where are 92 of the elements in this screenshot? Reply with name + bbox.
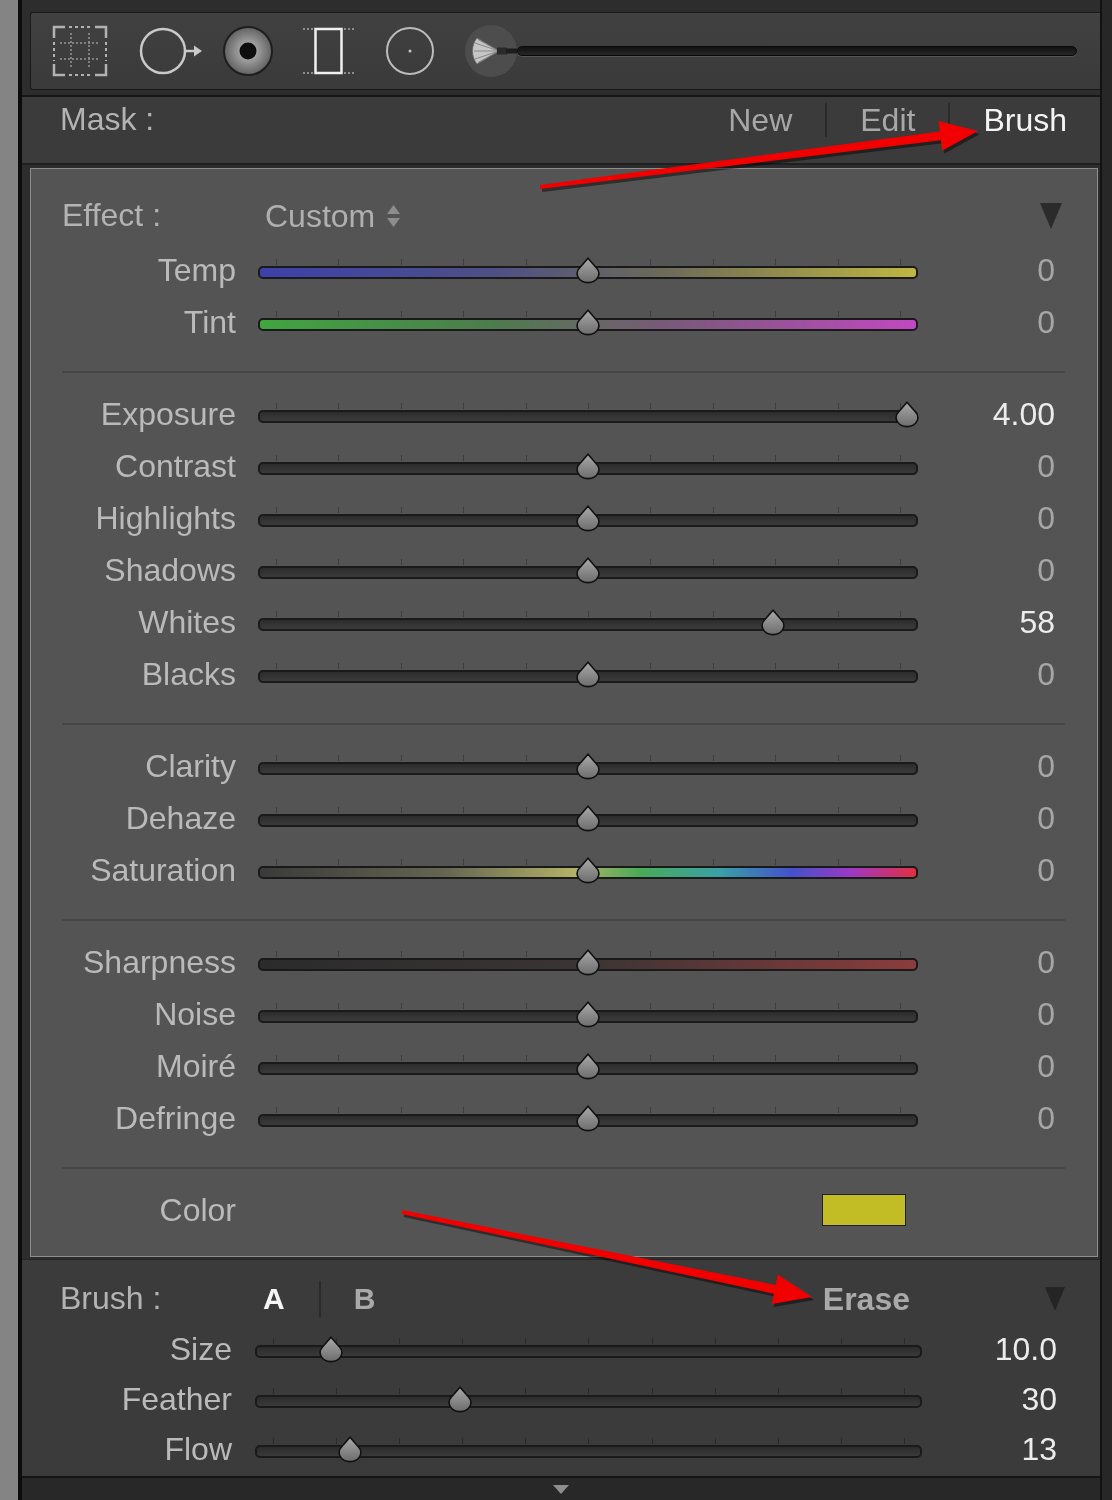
slider-track[interactable] bbox=[255, 1335, 922, 1363]
slider-value: 0 bbox=[1037, 1099, 1055, 1137]
circle-icon[interactable] bbox=[385, 25, 435, 77]
slider-track[interactable] bbox=[258, 504, 918, 532]
brush-label: Brush : bbox=[60, 1281, 163, 1317]
slider-label: Noise bbox=[154, 995, 236, 1033]
slider-track[interactable] bbox=[258, 948, 918, 976]
circle-arrow-icon[interactable] bbox=[138, 25, 202, 77]
slider-value: 0 bbox=[1037, 551, 1055, 589]
slider-thumb[interactable] bbox=[576, 949, 600, 976]
slider-thumb[interactable] bbox=[576, 505, 600, 532]
slider-value: 0 bbox=[1037, 851, 1055, 889]
slider-value: 0 bbox=[1037, 655, 1055, 693]
slider-value: 0 bbox=[1037, 447, 1055, 485]
slider-thumb[interactable] bbox=[576, 1053, 600, 1080]
slider-track[interactable] bbox=[258, 1000, 918, 1028]
slider-value: 13 bbox=[1021, 1430, 1057, 1468]
slider-thumb[interactable] bbox=[761, 609, 785, 636]
slider-thumb[interactable] bbox=[576, 557, 600, 584]
slider-value: 4.00 bbox=[992, 395, 1055, 433]
down-triangle-icon[interactable] bbox=[553, 1484, 569, 1494]
slider-thumb[interactable] bbox=[576, 257, 600, 284]
slider-thumb[interactable] bbox=[895, 401, 919, 428]
slider-track[interactable] bbox=[258, 660, 918, 688]
slider-label: Flow bbox=[164, 1430, 232, 1468]
mask-label: Mask : bbox=[60, 102, 155, 138]
slider-thumb[interactable] bbox=[576, 857, 600, 884]
slider-thumb[interactable] bbox=[447, 1386, 472, 1413]
slider-thumb[interactable] bbox=[576, 753, 600, 780]
slider-label: Defringe bbox=[115, 1099, 236, 1137]
slider-track[interactable] bbox=[258, 452, 918, 480]
slider-label: Whites bbox=[138, 603, 236, 641]
slider-label: Highlights bbox=[95, 499, 236, 537]
slider-label: Clarity bbox=[145, 747, 236, 785]
slider-track[interactable] bbox=[255, 1385, 922, 1413]
slider-thumb[interactable] bbox=[576, 1001, 600, 1028]
slider-value: 0 bbox=[1037, 251, 1055, 289]
slider-track[interactable] bbox=[258, 256, 918, 284]
slider-label: Dehaze bbox=[125, 799, 236, 837]
slider-value: 10.0 bbox=[994, 1330, 1057, 1368]
color-swatch[interactable] bbox=[822, 1194, 906, 1226]
slider-value: 0 bbox=[1037, 799, 1055, 837]
mask-tab[interactable]: Brush bbox=[983, 104, 1067, 136]
slider-thumb[interactable] bbox=[576, 805, 600, 832]
slider-thumb[interactable] bbox=[576, 1105, 600, 1132]
slider-value: 58 bbox=[1019, 603, 1055, 641]
slider-track[interactable] bbox=[258, 308, 918, 336]
mask-tab[interactable]: New bbox=[728, 104, 793, 136]
slider-label: Shadows bbox=[104, 551, 236, 589]
brush-mode-tab[interactable]: A bbox=[263, 1282, 285, 1316]
slider-track[interactable] bbox=[258, 804, 918, 832]
slider-thumb[interactable] bbox=[576, 453, 600, 480]
preset-dropdown[interactable]: Custom bbox=[265, 197, 401, 235]
effect-label: Effect : bbox=[62, 198, 162, 234]
color-label: Color bbox=[159, 1191, 236, 1229]
slider-track[interactable] bbox=[255, 1435, 922, 1463]
slider-label: Contrast bbox=[115, 447, 236, 485]
erase-button[interactable]: Erase bbox=[822, 1280, 910, 1318]
slider-track[interactable] bbox=[258, 608, 918, 636]
rectangle-icon[interactable] bbox=[303, 25, 354, 77]
slider-track[interactable] bbox=[258, 400, 918, 428]
slider-label: Sharpness bbox=[83, 943, 236, 981]
slider-label: Saturation bbox=[90, 851, 236, 889]
slider-track[interactable] bbox=[258, 752, 918, 780]
slider-value: 0 bbox=[1037, 747, 1055, 785]
slider-label: Size bbox=[169, 1330, 232, 1368]
slider-value: 0 bbox=[1037, 1047, 1055, 1085]
slider-thumb[interactable] bbox=[576, 661, 600, 688]
updown-arrows-icon bbox=[387, 205, 401, 227]
dashed-grid-icon[interactable] bbox=[52, 25, 108, 77]
slider-thumb[interactable] bbox=[576, 309, 600, 336]
slider-label: Temp bbox=[157, 251, 236, 289]
slider-track[interactable] bbox=[258, 1104, 918, 1132]
slider-value: 0 bbox=[1037, 995, 1055, 1033]
slider-value: 30 bbox=[1021, 1380, 1057, 1418]
slider-track[interactable] bbox=[258, 556, 918, 584]
eye-icon[interactable] bbox=[220, 25, 276, 77]
slider-track[interactable] bbox=[258, 1052, 918, 1080]
slider-track[interactable] bbox=[258, 856, 918, 884]
slider-label: Moiré bbox=[156, 1047, 236, 1085]
slider-label: Blacks bbox=[141, 655, 236, 693]
slider-thumb[interactable] bbox=[318, 1336, 343, 1363]
brush-icon[interactable] bbox=[465, 25, 517, 77]
slider-label: Exposure bbox=[100, 395, 236, 433]
slider-value: 0 bbox=[1037, 499, 1055, 537]
mask-tab[interactable]: Edit bbox=[860, 104, 916, 136]
slider-value: 0 bbox=[1037, 303, 1055, 341]
slider-thumb[interactable] bbox=[337, 1436, 362, 1463]
brush-mode-tab[interactable]: B bbox=[353, 1282, 376, 1316]
slider-label: Tint bbox=[183, 303, 236, 341]
slider-label: Feather bbox=[121, 1380, 232, 1418]
slider-value: 0 bbox=[1037, 943, 1055, 981]
